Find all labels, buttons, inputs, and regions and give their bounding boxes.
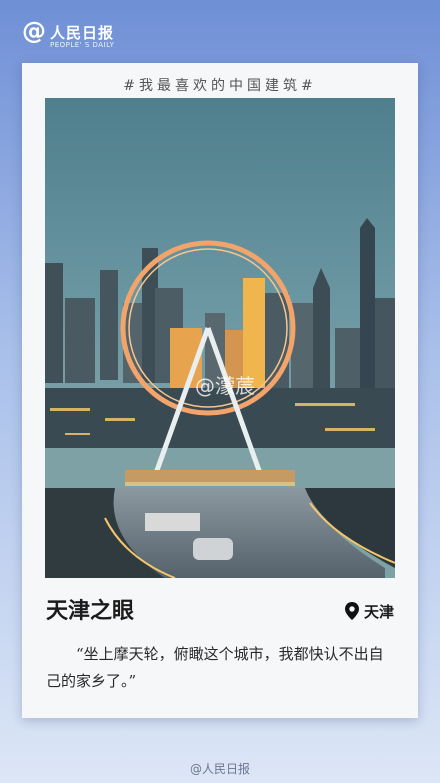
quote-text: “坐上摩天轮，俯瞰这个城市，我都快认不出自己的家乡了。” [46, 645, 384, 690]
map-pin-icon [344, 602, 359, 620]
brand-logo: @ 人民日报 PEOPLE' S DAILY [22, 18, 162, 52]
topic-hashtag[interactable]: #我最喜欢的中国建筑# [22, 75, 418, 95]
boat [145, 513, 200, 531]
boat-house [193, 538, 233, 560]
weibo-at-logo-icon: @ [22, 17, 46, 45]
source-credit: @人民日报 [189, 762, 250, 776]
location-label: 天津 [363, 602, 394, 621]
place-title: 天津之眼 [46, 598, 135, 624]
location-tag: 天津 [344, 601, 394, 621]
photo-watermark: @濛莀 [195, 374, 255, 398]
brand-subtitle: PEOPLE' S DAILY [50, 41, 115, 49]
photo-illustration [45, 98, 395, 578]
bridge [125, 470, 295, 482]
brand-name: 人民日报 [50, 24, 115, 42]
tianjin-eye-photo: @濛莀 [45, 98, 395, 578]
postcard: #我最喜欢的中国建筑# @濛莀 天津之眼 天津 “坐上摩天轮，俯瞰这个城市，我都… [22, 63, 418, 718]
